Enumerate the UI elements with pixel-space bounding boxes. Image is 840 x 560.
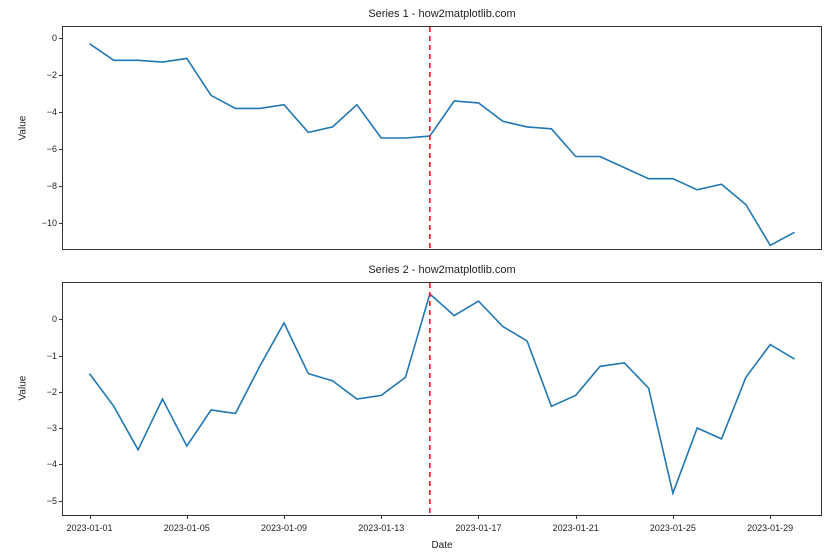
x-tick-label: 2023-01-17 — [455, 523, 501, 533]
x-axis-label: Date — [62, 540, 822, 551]
y-tick-label: −4 — [47, 107, 57, 117]
y-tick-label: −6 — [47, 144, 57, 154]
chart1-axes: 0−2−4−6−8−10 — [62, 26, 822, 250]
x-tick-label: 2023-01-29 — [747, 523, 793, 533]
chart2-title: Series 2 - how2matplotlib.com — [62, 264, 822, 276]
x-tick-label: 2023-01-05 — [164, 523, 210, 533]
x-tick-label: 2023-01-25 — [650, 523, 696, 533]
y-tick-label: −10 — [42, 218, 57, 228]
y-tick-label: −4 — [47, 459, 57, 469]
y-tick-label: −3 — [47, 423, 57, 433]
y-tick-label: −2 — [47, 70, 57, 80]
chart1-title: Series 1 - how2matplotlib.com — [62, 8, 822, 20]
figure: Series 1 - how2matplotlib.com Value 0−2−… — [0, 0, 840, 560]
y-tick-label: 0 — [52, 33, 57, 43]
x-tick-label: 2023-01-09 — [261, 523, 307, 533]
chart1-ylabel: Value — [18, 127, 29, 141]
y-tick-label: 0 — [52, 314, 57, 324]
x-tick-label: 2023-01-13 — [358, 523, 404, 533]
y-tick-label: −5 — [47, 496, 57, 506]
chart2-axes: 0−1−2−3−4−52023-01-012023-01-052023-01-0… — [62, 282, 822, 516]
chart2-ylabel: Value — [18, 387, 29, 401]
y-tick-label: −2 — [47, 387, 57, 397]
y-tick-label: −1 — [47, 351, 57, 361]
x-tick-label: 2023-01-01 — [66, 523, 112, 533]
x-tick-label: 2023-01-21 — [553, 523, 599, 533]
y-tick-label: −8 — [47, 181, 57, 191]
